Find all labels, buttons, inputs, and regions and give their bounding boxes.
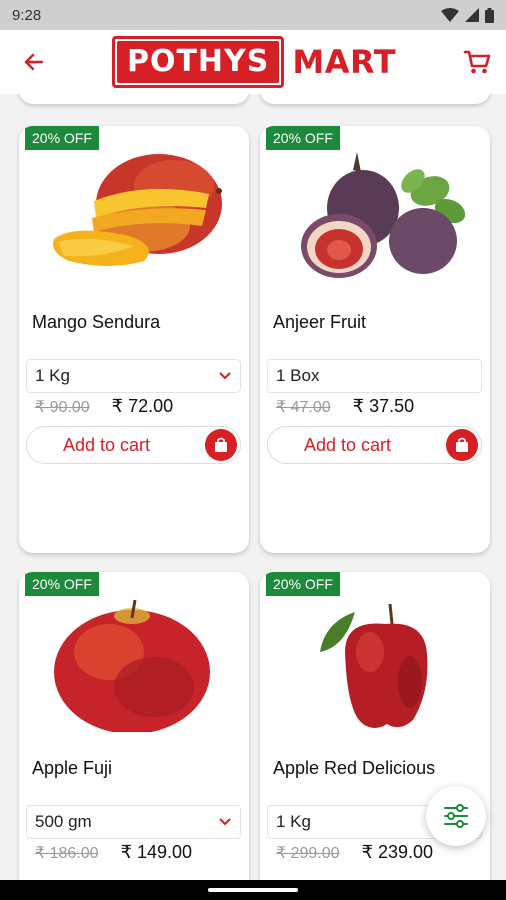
unit-label: 500 gm — [35, 812, 92, 831]
new-price: ₹ 149.00 — [120, 842, 193, 862]
logo-mart: MART — [292, 43, 397, 81]
new-price: ₹ 239.00 — [361, 842, 434, 862]
product-name: Apple Fuji — [32, 758, 113, 778]
new-price: ₹ 37.50 — [352, 396, 415, 416]
bag-button[interactable] — [205, 429, 237, 461]
add-to-cart-label: Add to cart — [63, 434, 151, 455]
shopping-bag-icon — [215, 437, 227, 452]
previous-card-right[interactable] — [260, 94, 490, 104]
wifi-icon — [441, 8, 459, 22]
price-row: ₹ 90.00 ₹ 72.00 — [35, 396, 173, 417]
old-price: ₹ 299.00 — [276, 845, 340, 862]
unit-label: 1 Kg — [35, 366, 70, 385]
unit-select[interactable]: 1 Box — [267, 359, 482, 393]
status-bar: 9:28 — [0, 0, 506, 30]
cart-icon[interactable] — [462, 47, 492, 77]
unit-label: 1 Kg — [276, 812, 311, 831]
shopping-bag-icon — [456, 437, 468, 452]
product-grid[interactable]: 20% OFF Mango Sendura 1 Kg ₹ 90.00 ₹ 72.… — [0, 94, 506, 880]
chevron-down-icon — [219, 818, 231, 826]
logo-box: POTHYS — [111, 36, 285, 88]
add-to-cart-button[interactable]: Add to cart — [26, 426, 241, 464]
apple-image — [54, 599, 210, 732]
unit-label: 1 Box — [276, 366, 320, 385]
product-card[interactable]: 20% OFF Apple Fuji 500 gm ₹ 186.00 ₹ 149… — [19, 572, 249, 880]
product-card[interactable]: 20% OFF Anjeer Fruit 1 Box ₹ 47.00 ₹ 37.… — [260, 126, 490, 553]
old-price: ₹ 47.00 — [276, 399, 331, 416]
fig-image — [301, 152, 466, 278]
filter-sliders-icon — [444, 804, 468, 828]
previous-card-left[interactable] — [19, 94, 249, 104]
unit-select[interactable]: 1 Kg — [26, 359, 241, 393]
battery-icon — [485, 7, 494, 23]
unit-select[interactable]: 500 gm — [26, 805, 241, 839]
system-nav-bar — [0, 880, 506, 900]
old-price: ₹ 90.00 — [35, 399, 90, 416]
new-price: ₹ 72.00 — [111, 396, 174, 416]
arrow-left-icon[interactable] — [22, 50, 46, 74]
pothys-mart-logo: POTHYS MART — [111, 36, 397, 88]
logo-brand: POTHYS — [116, 41, 280, 83]
product-name: Apple Red Delicious — [273, 758, 436, 778]
mango-image — [53, 154, 222, 266]
status-time: 9:28 — [12, 6, 42, 24]
home-gesture-pill[interactable] — [208, 888, 298, 892]
product-card[interactable]: 20% OFF Mango Sendura 1 Kg ₹ 90.00 ₹ 72.… — [19, 126, 249, 553]
filter-button[interactable] — [426, 786, 486, 846]
add-to-cart-label: Add to cart — [304, 434, 392, 455]
signal-icon — [465, 8, 479, 22]
price-row: ₹ 186.00 ₹ 149.00 — [35, 842, 192, 863]
product-name: Anjeer Fruit — [273, 312, 367, 332]
status-icons — [441, 7, 494, 23]
chevron-down-icon — [219, 372, 231, 380]
apple-red-delicious-image — [320, 603, 428, 728]
product-name: Mango Sendura — [32, 312, 161, 332]
old-price: ₹ 186.00 — [35, 845, 99, 862]
add-to-cart-button[interactable]: Add to cart — [267, 426, 482, 464]
price-row: ₹ 299.00 ₹ 239.00 — [276, 842, 433, 863]
app-bar: POTHYS MART — [0, 30, 506, 94]
price-row: ₹ 47.00 ₹ 37.50 — [276, 396, 414, 417]
bag-button[interactable] — [446, 429, 478, 461]
